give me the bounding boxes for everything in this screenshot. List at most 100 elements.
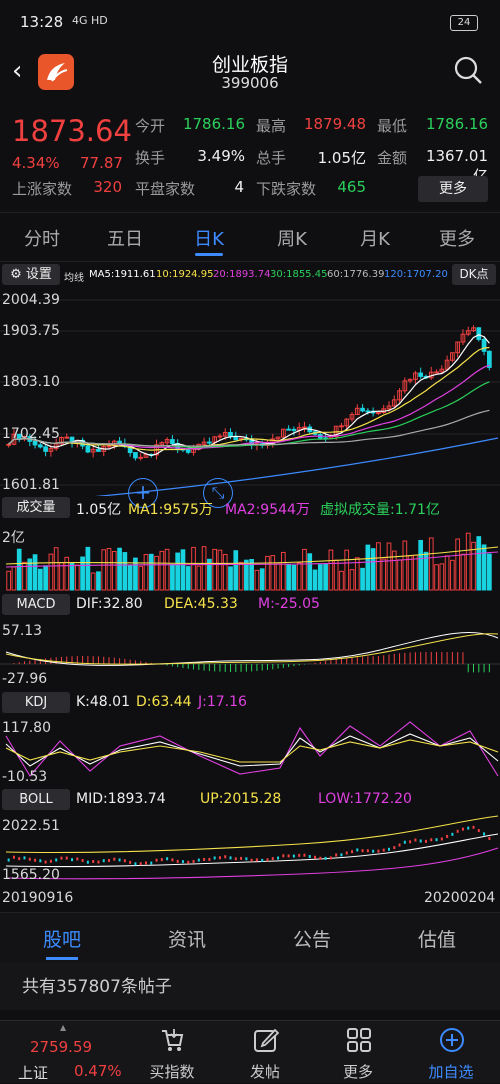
boll-price-mark [7,858,10,862]
period-tabs: 分时 五日 日K 周K 月K 更多 [0,212,500,262]
tab-weekly-k[interactable]: 周K [257,225,327,251]
volume-bar [460,553,466,591]
boll-price-mark [12,855,15,859]
boll-price-mark [403,840,406,844]
kdj-j-line [5,721,499,777]
more-nav-label: 更多 [342,1063,373,1081]
volume-bar [80,556,85,591]
content-tabs: 股吧 资讯 公告 估值 [0,912,500,962]
volume-bar [333,559,339,591]
volume-bar [101,549,107,591]
volume-bar [291,564,297,591]
volume-bar [69,562,75,591]
volume-bar [143,554,149,591]
tab-news[interactable]: 资讯 [147,925,227,952]
ma10-value: 10:1924.95 [156,269,214,280]
boll-price-mark [335,853,338,857]
macd-dea-line [5,633,499,665]
candle-body [487,350,492,368]
buy-index-button[interactable]: 买指数 [127,1023,217,1081]
ma-legend-bar: ⚙ 设置 均线 MA5:1911.61 10:1924.95 20:1893.7… [0,262,500,288]
add-watchlist-button[interactable]: 加自选 [406,1023,496,1081]
date-start: 20190916 [2,890,74,906]
macd-m: M:-25.05 [258,596,320,612]
up-count-label: 上涨家数 [12,180,73,198]
volume-value: 1.05亿 [76,502,122,518]
more-nav-button[interactable]: 更多 [313,1023,403,1081]
boll-price-mark [203,857,206,861]
volume-bar [280,551,286,591]
boll-up: UP:2015.28 [200,791,282,807]
boll-price-mark [361,849,364,853]
boll-axis-bottom: 1565.20 [2,867,60,883]
tab-announcements[interactable]: 公告 [272,925,352,952]
kdj-j: J:17.16 [198,694,247,710]
price-axis-label: 2004.39 [2,292,60,308]
boll-price-mark [266,858,269,862]
boll-price-mark [250,858,253,862]
volume-bar [317,564,323,591]
more-button[interactable]: 更多 [418,176,488,202]
tab-more[interactable]: 更多 [422,225,492,251]
battery-icon: 24 [450,15,478,31]
boll-price-mark [92,859,95,863]
candle-body [85,445,91,453]
candlestick-chart[interactable] [0,288,500,496]
kdj-chart [5,721,499,777]
boll-price-mark [409,840,412,844]
boll-price-mark [213,856,216,860]
volume-bar [455,538,461,591]
active-tab-indicator [46,957,78,960]
boll-price-mark [76,857,79,861]
volume-bar [180,549,186,591]
volume-chart [5,532,499,591]
candle-body [360,407,365,412]
volume-bar [127,565,133,591]
boll-price-mark [456,829,459,833]
boll-mid: MID:1893.74 [76,791,166,807]
boll-price-mark [366,849,369,853]
volume-bar [185,566,191,591]
volume-label: 总手 [256,149,287,167]
boll-price-mark [356,848,359,852]
volume-bar [286,564,291,591]
tab-monthly-k[interactable]: 月K [340,225,410,251]
dk-point-button[interactable]: DK点 [452,264,496,285]
settings-button[interactable]: ⚙ 设置 [2,264,60,285]
volume-bar [32,554,38,591]
tab-valuation[interactable]: 估值 [397,925,477,952]
boll-price-mark [314,855,317,859]
kdj-axis-bottom: -10.53 [2,769,48,785]
tab-forum[interactable]: 股吧 [22,925,102,952]
search-icon[interactable] [452,54,484,86]
boll-price-mark [181,860,184,864]
tab-five-day[interactable]: 五日 [90,225,160,251]
volume-bar [154,555,159,591]
volume-bar [48,553,54,591]
candle-body [376,412,381,415]
candle-body [481,338,487,352]
volume-indicator-button[interactable]: 成交量 [2,497,70,518]
boll-indicator-button[interactable]: BOLL [2,789,70,810]
cart-icon [162,1029,184,1051]
candle-body [476,327,482,340]
post-button[interactable]: 发帖 [220,1023,310,1081]
down-count-label: 下跌家数 [256,180,317,198]
volume-bar [381,558,387,591]
boll-price-mark [134,862,137,866]
volume-bar [74,564,80,591]
tab-daily-k[interactable]: 日K [174,225,244,251]
boll-price-mark [86,860,89,864]
volume-bar [159,550,165,591]
caret-up-icon: ▲ [60,1023,67,1032]
volume-ma1: MA1:9575万 [128,502,213,518]
open-value: 1786.16 [182,115,245,133]
turnover-label: 换手 [135,149,166,167]
status-bar: 13:28 4G HD 24 [0,0,500,46]
add-watchlist-label: 加自选 [428,1063,474,1081]
kdj-indicator-button[interactable]: KDJ [2,692,70,713]
macd-indicator-button[interactable]: MACD [2,594,70,615]
candle-body [170,439,175,444]
tab-intraday[interactable]: 分时 [7,225,77,251]
index-ticker[interactable]: ▲ 2759.59 上证 0.47% [0,1021,124,1084]
